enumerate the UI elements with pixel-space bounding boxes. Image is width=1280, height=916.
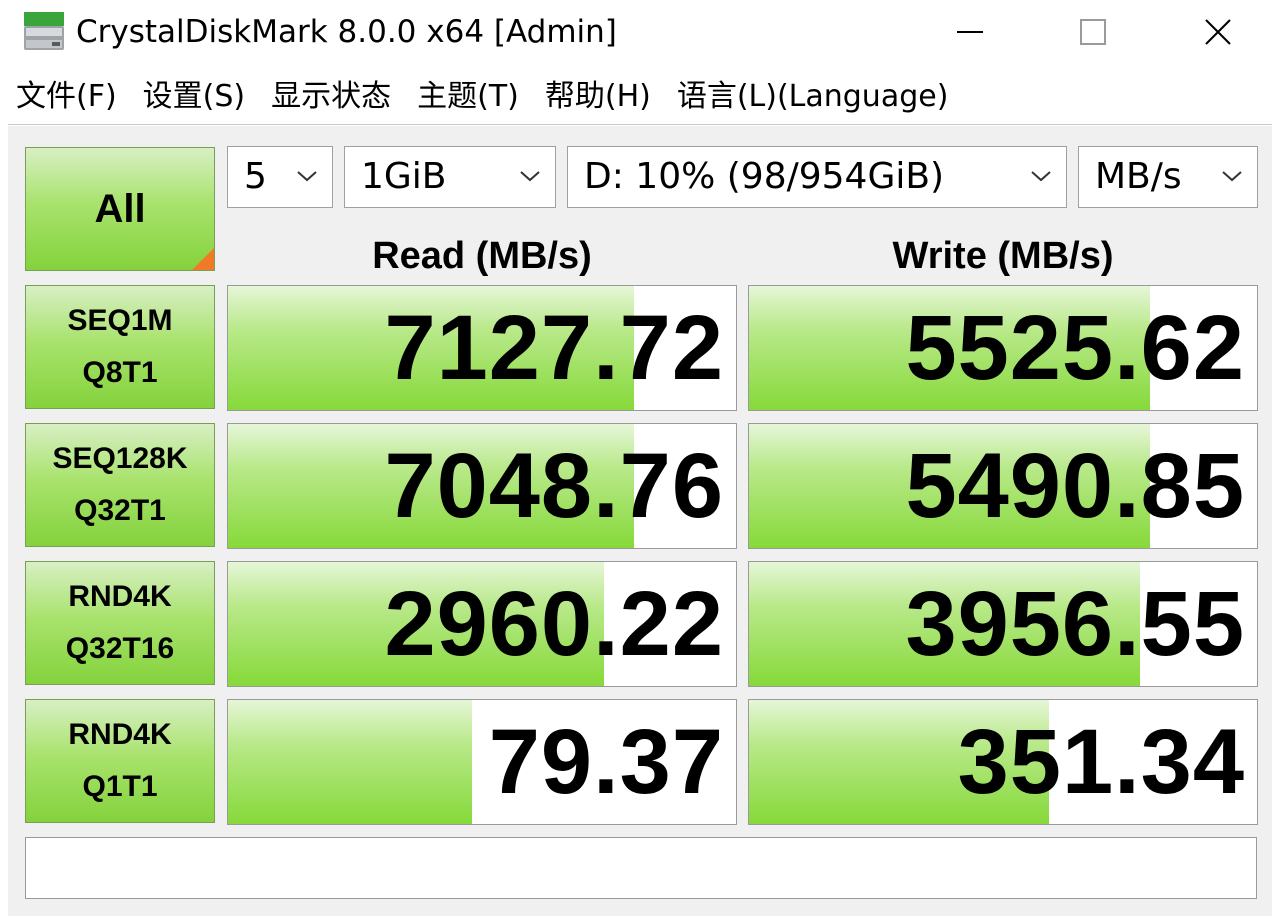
- read-result-cell: 2960.22: [227, 561, 737, 687]
- test-label-line2: Q32T1: [74, 494, 166, 527]
- read-result-cell: 7048.76: [227, 423, 737, 549]
- test-label-line2: Q1T1: [82, 770, 158, 803]
- test-label-line2: Q32T16: [65, 632, 175, 665]
- maximize-button[interactable]: [1038, 0, 1148, 64]
- menu-bar: 文件(F) 设置(S) 显示状态 主题(T) 帮助(H) 语言(L)(Langu…: [0, 70, 1280, 124]
- write-result-value: 5490.85: [905, 435, 1245, 537]
- menu-file[interactable]: 文件(F): [16, 70, 117, 124]
- close-icon: [1205, 19, 1231, 45]
- comment-input-box[interactable]: [25, 837, 1257, 899]
- menu-display-status[interactable]: 显示状态: [271, 70, 391, 124]
- read-result-value: 7048.76: [384, 435, 724, 537]
- close-button[interactable]: [1163, 0, 1273, 64]
- drive-value: D: 10% (98/954GiB): [584, 156, 945, 197]
- test-count-value: 5: [244, 156, 267, 197]
- minimize-icon: [957, 31, 983, 33]
- menu-separator: [8, 124, 1272, 125]
- title-bar: CrystalDiskMark 8.0.0 x64 [Admin]: [0, 0, 1280, 64]
- read-result-bar: [228, 700, 472, 824]
- write-result-cell: 5525.62: [748, 285, 1258, 411]
- unit-select[interactable]: MB/s: [1078, 146, 1258, 208]
- disk-app-icon: [24, 12, 64, 50]
- corner-triangle-icon: [192, 248, 214, 270]
- menu-theme[interactable]: 主题(T): [417, 70, 519, 124]
- write-result-cell: 351.34: [748, 699, 1258, 825]
- test-label-line1: RND4K: [68, 580, 172, 613]
- write-result-value: 3956.55: [905, 573, 1245, 675]
- read-result-cell: 7127.72: [227, 285, 737, 411]
- window-title: CrystalDiskMark 8.0.0 x64 [Admin]: [76, 14, 617, 50]
- chevron-down-icon: [1222, 171, 1242, 182]
- read-result-value: 2960.22: [384, 573, 724, 675]
- test-size-select[interactable]: 1GiB: [344, 146, 556, 208]
- test-label-line2: Q8T1: [82, 356, 158, 389]
- write-result-value: 351.34: [957, 711, 1245, 813]
- unit-value: MB/s: [1095, 156, 1182, 197]
- chevron-down-icon: [1031, 171, 1051, 182]
- test-seq1m-q8t1-button[interactable]: SEQ1M Q8T1: [25, 285, 215, 409]
- chevron-down-icon: [520, 171, 540, 182]
- read-result-cell: 79.37: [227, 699, 737, 825]
- test-rnd4k-q1t1-button[interactable]: RND4K Q1T1: [25, 699, 215, 823]
- all-run-button[interactable]: All: [25, 147, 215, 271]
- write-column-header: Write (MB/s): [892, 235, 1114, 277]
- chevron-down-icon: [297, 171, 317, 182]
- menu-help[interactable]: 帮助(H): [545, 70, 651, 124]
- write-result-value: 5525.62: [905, 297, 1245, 399]
- test-seq128k-q32t1-button[interactable]: SEQ128K Q32T1: [25, 423, 215, 547]
- read-result-value: 7127.72: [384, 297, 724, 399]
- test-label-line1: SEQ1M: [67, 304, 173, 337]
- test-count-select[interactable]: 5: [227, 146, 333, 208]
- menu-settings[interactable]: 设置(S): [143, 70, 245, 124]
- minimize-button[interactable]: [915, 0, 1025, 64]
- drive-select[interactable]: D: 10% (98/954GiB): [567, 146, 1067, 208]
- test-size-value: 1GiB: [361, 156, 447, 197]
- read-result-value: 79.37: [488, 711, 724, 813]
- test-rnd4k-q32t16-button[interactable]: RND4K Q32T16: [25, 561, 215, 685]
- all-button-label: All: [94, 186, 146, 231]
- read-column-header: Read (MB/s): [372, 235, 592, 277]
- menu-language[interactable]: 语言(L)(Language): [677, 70, 949, 124]
- write-result-cell: 5490.85: [748, 423, 1258, 549]
- test-label-line1: SEQ128K: [52, 442, 188, 475]
- test-label-line1: RND4K: [68, 718, 172, 751]
- maximize-icon: [1080, 19, 1106, 45]
- write-result-cell: 3956.55: [748, 561, 1258, 687]
